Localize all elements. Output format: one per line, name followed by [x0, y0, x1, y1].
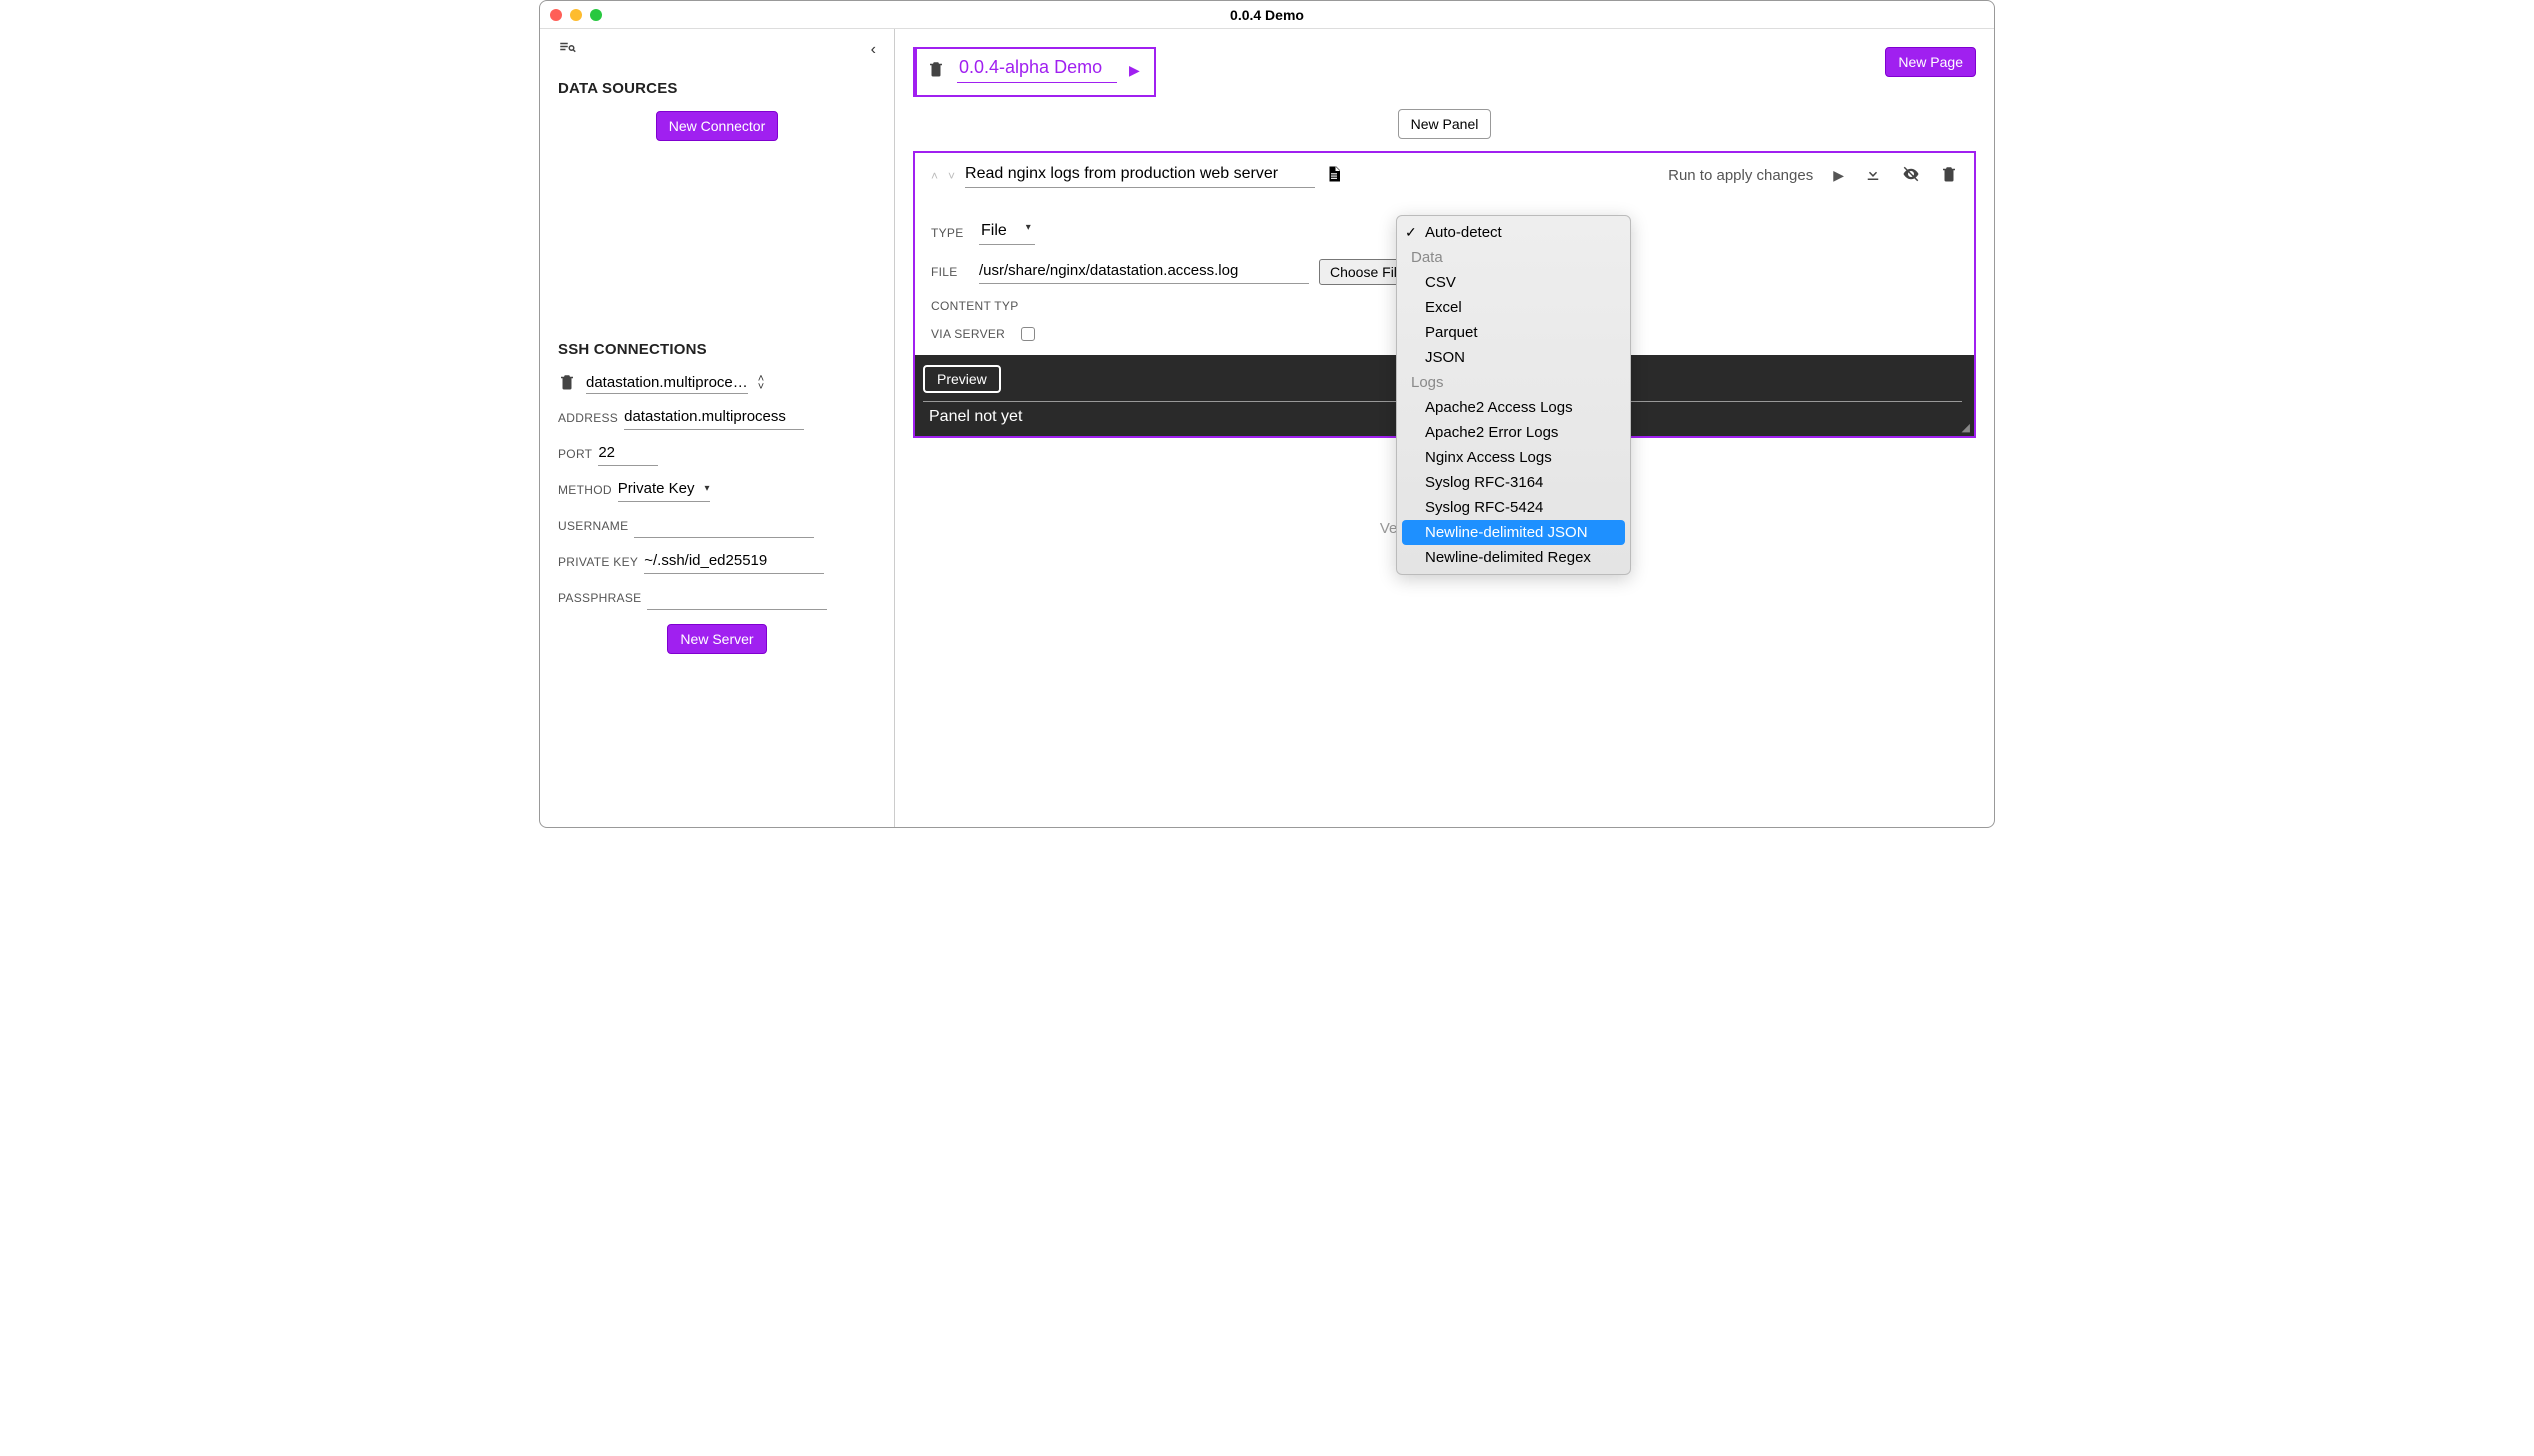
data-sources-title: DATA SOURCES — [558, 80, 876, 97]
username-input[interactable] — [634, 514, 814, 538]
via-server-label: VIA SERVER — [931, 327, 1011, 341]
content-type-dropdown[interactable]: Auto-detect Data CSV Excel Parquet JSON … — [1396, 215, 1631, 575]
dropdown-item-apache-access[interactable]: Apache2 Access Logs — [1397, 395, 1630, 420]
titlebar: 0.0.4 Demo — [540, 1, 1994, 29]
type-label: TYPE — [931, 226, 969, 240]
dropdown-item-apache-error[interactable]: Apache2 Error Logs — [1397, 420, 1630, 445]
app-body: ‹ DATA SOURCES New Connector SSH CONNECT… — [540, 29, 1994, 827]
sidebar: ‹ DATA SOURCES New Connector SSH CONNECT… — [540, 29, 895, 827]
resize-handle-icon[interactable]: ◢ — [1962, 421, 1970, 434]
new-panel-button-top[interactable]: New Panel — [1398, 109, 1492, 139]
panel-name-input[interactable] — [965, 163, 1315, 188]
chevron-down-icon: ▾ — [705, 483, 710, 494]
dropdown-item-csv[interactable]: CSV — [1397, 270, 1630, 295]
username-label: USERNAME — [558, 519, 628, 533]
main-area: ▶ New Page New Panel ˄ ˅ Run to apply ch… — [895, 29, 1994, 827]
download-icon[interactable] — [1864, 165, 1882, 187]
dropdown-item-ndjson[interactable]: Newline-delimited JSON — [1402, 520, 1625, 545]
content-type-label: CONTENT TYP — [931, 299, 1031, 313]
file-label: FILE — [931, 265, 969, 279]
dropdown-item-json[interactable]: JSON — [1397, 345, 1630, 370]
dropdown-item-syslog-5424[interactable]: Syslog RFC-5424 — [1397, 495, 1630, 520]
chevron-down-icon: ▾ — [1026, 222, 1031, 233]
window-title: 0.0.4 Demo — [540, 7, 1994, 23]
page-title-input[interactable] — [957, 57, 1117, 83]
port-input[interactable] — [598, 442, 658, 466]
type-select[interactable]: File ▾ — [979, 220, 1035, 245]
play-icon[interactable]: ▶ — [1129, 62, 1140, 79]
dropdown-item-syslog-3164[interactable]: Syslog RFC-3164 — [1397, 470, 1630, 495]
move-panel-up-icon[interactable]: ˄ — [931, 169, 938, 183]
ssh-connection-name[interactable]: datastation.multiproce… — [586, 372, 748, 394]
file-path-input[interactable] — [979, 260, 1309, 284]
run-hint-text: Run to apply changes — [1668, 167, 1813, 184]
dropdown-item-ndregex[interactable]: Newline-delimited Regex — [1397, 545, 1630, 570]
dropdown-item-parquet[interactable]: Parquet — [1397, 320, 1630, 345]
private-key-label: PRIVATE KEY — [558, 555, 638, 569]
dropdown-item-nginx-access[interactable]: Nginx Access Logs — [1397, 445, 1630, 470]
page-tab[interactable]: ▶ — [913, 47, 1156, 97]
method-value: Private Key — [618, 480, 695, 497]
address-label: ADDRESS — [558, 411, 618, 425]
address-input[interactable] — [624, 406, 804, 430]
new-connector-button[interactable]: New Connector — [656, 111, 779, 141]
file-icon — [1325, 163, 1343, 188]
preview-button[interactable]: Preview — [923, 365, 1001, 393]
move-panel-down-icon[interactable]: ˅ — [948, 169, 955, 183]
delete-connection-icon[interactable] — [558, 373, 576, 394]
dropdown-group-data: Data — [1397, 245, 1630, 270]
hide-icon[interactable] — [1902, 165, 1920, 187]
expand-connection-icon[interactable]: ˄˅ — [758, 375, 764, 391]
dropdown-item-auto-detect[interactable]: Auto-detect — [1397, 220, 1630, 245]
dropdown-item-excel[interactable]: Excel — [1397, 295, 1630, 320]
private-key-input[interactable] — [644, 550, 824, 574]
run-panel-icon[interactable]: ▶ — [1833, 167, 1844, 184]
port-label: PORT — [558, 447, 592, 461]
ssh-connections-title: SSH CONNECTIONS — [558, 341, 876, 358]
search-list-icon[interactable] — [558, 39, 576, 60]
collapse-sidebar-icon[interactable]: ‹ — [871, 41, 876, 59]
type-value: File — [981, 222, 1007, 239]
new-server-button[interactable]: New Server — [667, 624, 766, 654]
dropdown-group-logs: Logs — [1397, 370, 1630, 395]
new-page-button[interactable]: New Page — [1885, 47, 1976, 77]
delete-panel-icon[interactable] — [1940, 165, 1958, 187]
via-server-checkbox[interactable] — [1021, 327, 1035, 341]
method-label: METHOD — [558, 483, 612, 497]
passphrase-input[interactable] — [647, 586, 827, 610]
method-select[interactable]: Private Key ▾ — [618, 478, 710, 502]
app-window: 0.0.4 Demo ‹ DATA SOURCES New Connector … — [539, 0, 1995, 828]
trash-icon[interactable] — [927, 60, 945, 81]
passphrase-label: PASSPHRASE — [558, 591, 641, 605]
